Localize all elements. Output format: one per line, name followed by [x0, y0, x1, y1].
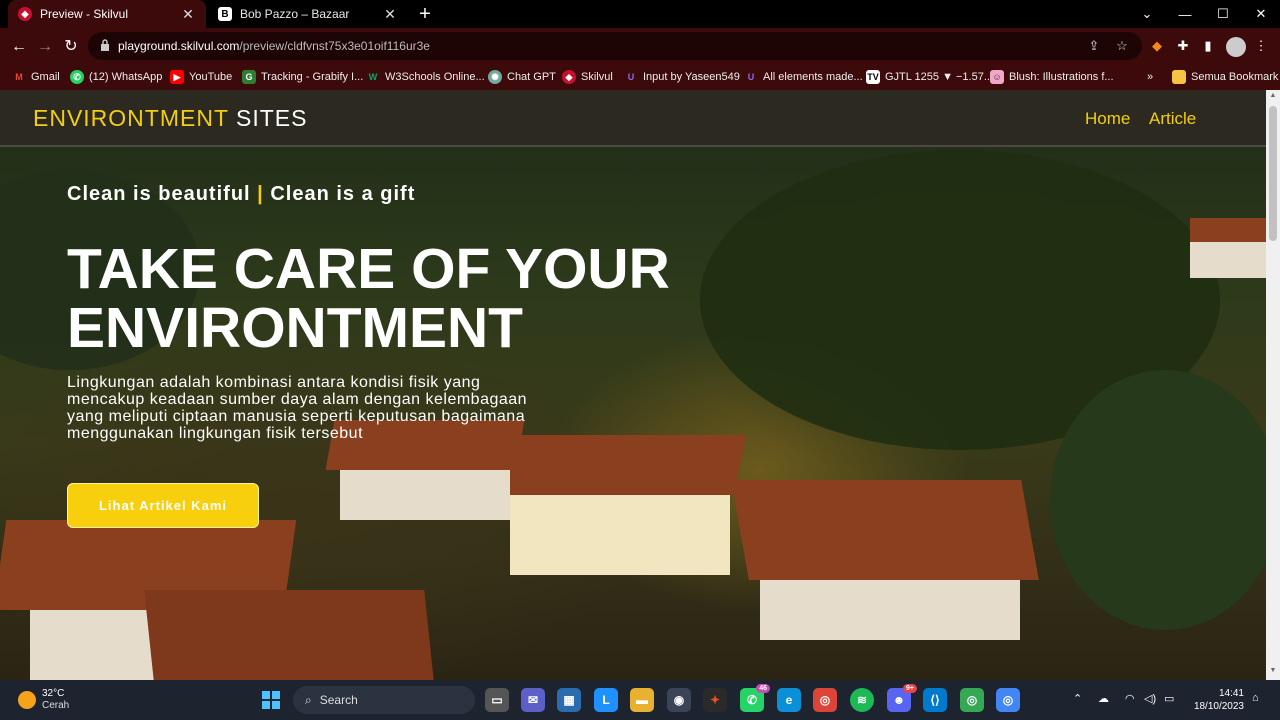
- scrollbar-thumb[interactable]: [1269, 106, 1277, 241]
- wifi-icon[interactable]: ◠: [1125, 692, 1135, 705]
- grabify-icon: G: [242, 70, 256, 84]
- back-arrow-icon[interactable]: ←: [8, 36, 30, 58]
- bookmark-blush[interactable]: ☺ Blush: Illustrations f...: [990, 69, 1114, 85]
- bookmark-all-elements[interactable]: U All elements made...: [744, 69, 863, 85]
- nav-article-link[interactable]: Article: [1149, 109, 1196, 129]
- task-view-icon[interactable]: ▭: [485, 688, 509, 712]
- weather-widget[interactable]: 32°C Cerah: [18, 688, 69, 712]
- menu-kebab-icon[interactable]: ⋮: [1252, 37, 1270, 55]
- url-text: playground.skilvul.com/preview/cldfvnst7…: [118, 39, 430, 53]
- new-tab-button[interactable]: +: [414, 3, 436, 25]
- w3schools-icon: W: [368, 72, 378, 82]
- site-header: ENVIRONTMENT SITES Home Article: [0, 90, 1266, 147]
- battery-icon[interactable]: ▭: [1164, 692, 1174, 705]
- close-tab-icon[interactable]: ✕: [382, 6, 398, 23]
- youtube-icon: ▶: [170, 70, 184, 84]
- chrome-profile-icon[interactable]: ◎: [813, 688, 837, 712]
- onedrive-icon[interactable]: ☁: [1098, 692, 1109, 705]
- windows-start-icon[interactable]: [259, 688, 283, 712]
- hero-section: ENVIRONTMENT SITES Home Article Clean is…: [0, 90, 1266, 680]
- profile-avatar[interactable]: [1226, 37, 1246, 57]
- nav-home-link[interactable]: Home: [1085, 109, 1130, 129]
- whatsapp-taskbar-icon[interactable]: ✆ 46: [740, 684, 770, 712]
- bookmark-youtube[interactable]: ▶ YouTube: [170, 69, 232, 85]
- bookmark-chatgpt[interactable]: ✺ Chat GPT: [488, 69, 556, 85]
- bazaar-icon: B: [218, 7, 232, 21]
- search-icon: ⌕: [305, 692, 312, 707]
- whatsapp-icon: ✆: [70, 70, 84, 84]
- tab-title: Bob Pazzo – Bazaar: [240, 7, 350, 21]
- hero-tagline: Clean is beautiful | Clean is a gift: [67, 183, 416, 205]
- tab-title: Preview - Skilvul: [40, 7, 129, 21]
- side-panel-icon[interactable]: ▮: [1199, 37, 1217, 55]
- u-icon: U: [627, 72, 635, 82]
- share-icon[interactable]: ⇪: [1086, 38, 1102, 54]
- bookmark-whatsapp[interactable]: ✆ (12) WhatsApp: [70, 69, 162, 85]
- view-articles-button[interactable]: Lihat Artikel Kami: [67, 483, 259, 528]
- bookmark-input-yaseen[interactable]: U Input by Yaseen549: [624, 69, 740, 85]
- page-viewport: ENVIRONTMENT SITES Home Article Clean is…: [0, 90, 1280, 680]
- metamask-extension-icon[interactable]: ◆: [1148, 37, 1166, 55]
- browser-tab-strip: ◆ Preview - Skilvul ✕ B Bob Pazzo – Baza…: [0, 0, 1280, 28]
- address-bar[interactable]: playground.skilvul.com/preview/cldfvnst7…: [88, 32, 1142, 60]
- bookmark-skilvul[interactable]: ◆ Skilvul: [562, 69, 613, 85]
- volume-icon[interactable]: ◁): [1144, 692, 1156, 705]
- bookmark-w3schools[interactable]: W W3Schools Online...: [366, 69, 485, 85]
- skilvul-icon: ◆: [18, 7, 32, 21]
- bookmarks-bar: M Gmail ✆ (12) WhatsApp ▶ YouTube G Tracking…: [0, 64, 1280, 90]
- vscode-icon[interactable]: ⟨⟩: [923, 688, 947, 712]
- extensions-puzzle-icon[interactable]: ✚: [1174, 37, 1192, 55]
- taskbar-search[interactable]: ⌕ Search: [293, 686, 475, 714]
- chatgpt-icon: ✺: [488, 70, 502, 84]
- launcher-l-icon[interactable]: L: [594, 688, 618, 712]
- chrome-alt2-icon[interactable]: ◎: [996, 688, 1020, 712]
- teams-chat-icon[interactable]: ✉: [521, 688, 545, 712]
- spotify-icon[interactable]: ≋: [850, 688, 874, 712]
- tab-bob-pazzo[interactable]: B Bob Pazzo – Bazaar ✕: [208, 0, 408, 28]
- edge-icon[interactable]: e: [777, 688, 801, 712]
- notification-icon[interactable]: ⌂: [1252, 692, 1259, 704]
- chrome-alt-icon[interactable]: ◎: [960, 688, 984, 712]
- tab-preview-skilvul[interactable]: ◆ Preview - Skilvul ✕: [8, 0, 206, 28]
- discord-icon[interactable]: ☻ 9+: [887, 684, 917, 712]
- file-explorer-icon[interactable]: ▬: [630, 688, 654, 712]
- figma-icon[interactable]: ✦: [703, 688, 727, 712]
- bookmark-gjtl[interactable]: TV GJTL 1255 ▼ −1.57...: [866, 69, 993, 85]
- page-scrollbar[interactable]: ▲ ▼: [1266, 90, 1280, 680]
- maximize-button[interactable]: ☐: [1204, 0, 1242, 28]
- windows-taskbar: 32°C Cerah ⌕ Search ▭ ✉ ▦ L ▬ ◉ ✦ ✆ 46 e …: [0, 680, 1280, 720]
- tab-search-chevron-icon[interactable]: ⌄: [1128, 0, 1166, 28]
- forward-arrow-icon[interactable]: →: [34, 36, 56, 58]
- sun-weather-icon: [18, 691, 36, 709]
- bookmark-star-icon[interactable]: ☆: [1114, 38, 1130, 54]
- bookmark-grabify[interactable]: G Tracking - Grabify I...: [242, 69, 363, 85]
- gmail-icon: M: [15, 72, 23, 82]
- forest-shape: [1050, 370, 1266, 630]
- skilvul-icon: ◆: [562, 70, 576, 84]
- close-tab-icon[interactable]: ✕: [180, 6, 196, 23]
- minimize-button[interactable]: —: [1166, 0, 1204, 28]
- system-clock[interactable]: 14:41 18/10/2023: [1186, 687, 1244, 713]
- bookmarks-overflow-button[interactable]: »: [1147, 69, 1153, 85]
- tradingview-icon: TV: [866, 70, 880, 84]
- close-window-button[interactable]: ✕: [1242, 0, 1280, 28]
- show-hidden-icons-chevron[interactable]: ⌃: [1073, 692, 1082, 705]
- bookmark-gmail[interactable]: M Gmail: [12, 69, 59, 85]
- site-brand-logo[interactable]: ENVIRONTMENT SITES: [33, 105, 307, 132]
- lock-icon: [101, 39, 109, 51]
- u-icon: U: [747, 72, 755, 82]
- scroll-down-arrow-icon[interactable]: ▼: [1269, 667, 1277, 674]
- blush-icon: ☺: [990, 70, 1004, 84]
- chrome-icon[interactable]: ◉: [667, 688, 691, 712]
- hero-description: Lingkungan adalah kombinasi antara kondi…: [67, 374, 528, 442]
- microsoft-store-icon[interactable]: ▦: [557, 688, 581, 712]
- browser-toolbar: ← → ↻ playground.skilvul.com/preview/cld…: [0, 28, 1280, 64]
- reload-icon[interactable]: ↻: [60, 36, 82, 58]
- hero-headline: TAKE CARE OF YOUR ENVIRONTMENT: [67, 237, 670, 360]
- all-bookmarks-folder[interactable]: Semua Bookmark: [1172, 69, 1278, 85]
- folder-icon: [1172, 70, 1186, 84]
- scroll-up-arrow-icon[interactable]: ▲: [1269, 92, 1277, 99]
